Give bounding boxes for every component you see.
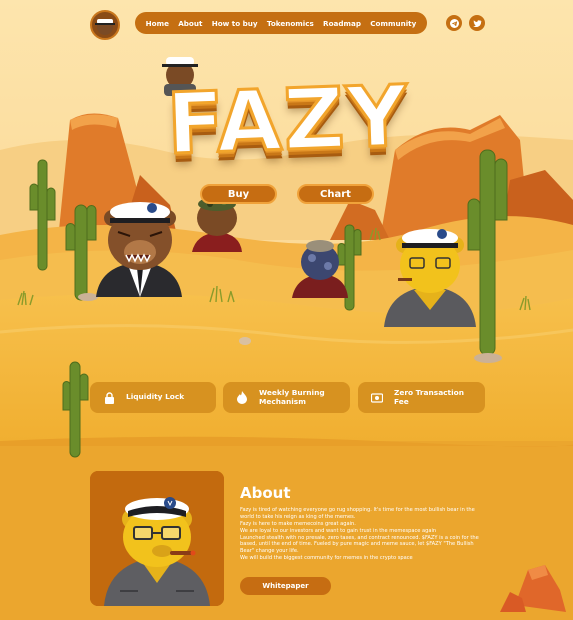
feature-zero-fee: Zero Transaction Fee xyxy=(358,382,485,413)
camo-bear xyxy=(192,197,242,252)
hero-title: FAZY xyxy=(164,65,413,174)
lock-icon xyxy=(102,391,116,405)
about-title: About xyxy=(240,484,291,502)
about-paragraph: Fazy is here to make memecoins great aga… xyxy=(240,520,356,527)
feature-label: Liquidity Lock xyxy=(126,392,185,402)
feature-label: Weekly Burning Mechanism xyxy=(259,387,325,406)
feature-label: Zero Transaction Fee xyxy=(394,387,464,406)
twitter-button[interactable] xyxy=(469,15,485,31)
about-paragraph: We will build the biggest community for … xyxy=(240,555,413,562)
about-image xyxy=(90,471,224,606)
telegram-button[interactable] xyxy=(446,15,462,31)
nav-link-about[interactable]: About xyxy=(178,19,202,28)
chart-button[interactable]: Chart xyxy=(297,184,374,204)
feature-liquidity-lock: Liquidity Lock xyxy=(90,382,216,413)
logo[interactable] xyxy=(90,10,120,40)
telegram-icon xyxy=(449,18,459,28)
cash-icon xyxy=(370,391,384,405)
nav-link-community[interactable]: Community xyxy=(370,19,416,28)
nav-link-home[interactable]: Home xyxy=(146,19,169,28)
yellow-bear-portrait xyxy=(90,471,224,606)
feature-weekly-burning: Weekly Burning Mechanism xyxy=(223,382,350,413)
about-paragraph: Launched stealth with no presale, zero t… xyxy=(240,534,479,555)
captain-bear-brown xyxy=(96,202,182,297)
captain-bear-yellow xyxy=(384,229,476,327)
main-nav: Home About How to buy Tokenomics Roadmap… xyxy=(135,12,427,34)
bear-logo-icon xyxy=(95,19,115,35)
twitter-icon xyxy=(472,19,482,27)
buy-button[interactable]: Buy xyxy=(200,184,277,204)
nav-link-roadmap[interactable]: Roadmap xyxy=(323,19,361,28)
about-text: Fazy is tired of watching everyone go ru… xyxy=(240,507,485,562)
flame-icon xyxy=(235,391,249,405)
blue-bear xyxy=(292,240,348,298)
nav-link-tokenomics[interactable]: Tokenomics xyxy=(267,19,314,28)
whitepaper-button[interactable]: Whitepaper xyxy=(240,577,331,595)
about-paragraph: We are loyal to our investors and want t… xyxy=(240,527,437,534)
nav-link-how-to-buy[interactable]: How to buy xyxy=(212,19,258,28)
about-paragraph: Fazy is tired of watching everyone go ru… xyxy=(240,507,475,520)
